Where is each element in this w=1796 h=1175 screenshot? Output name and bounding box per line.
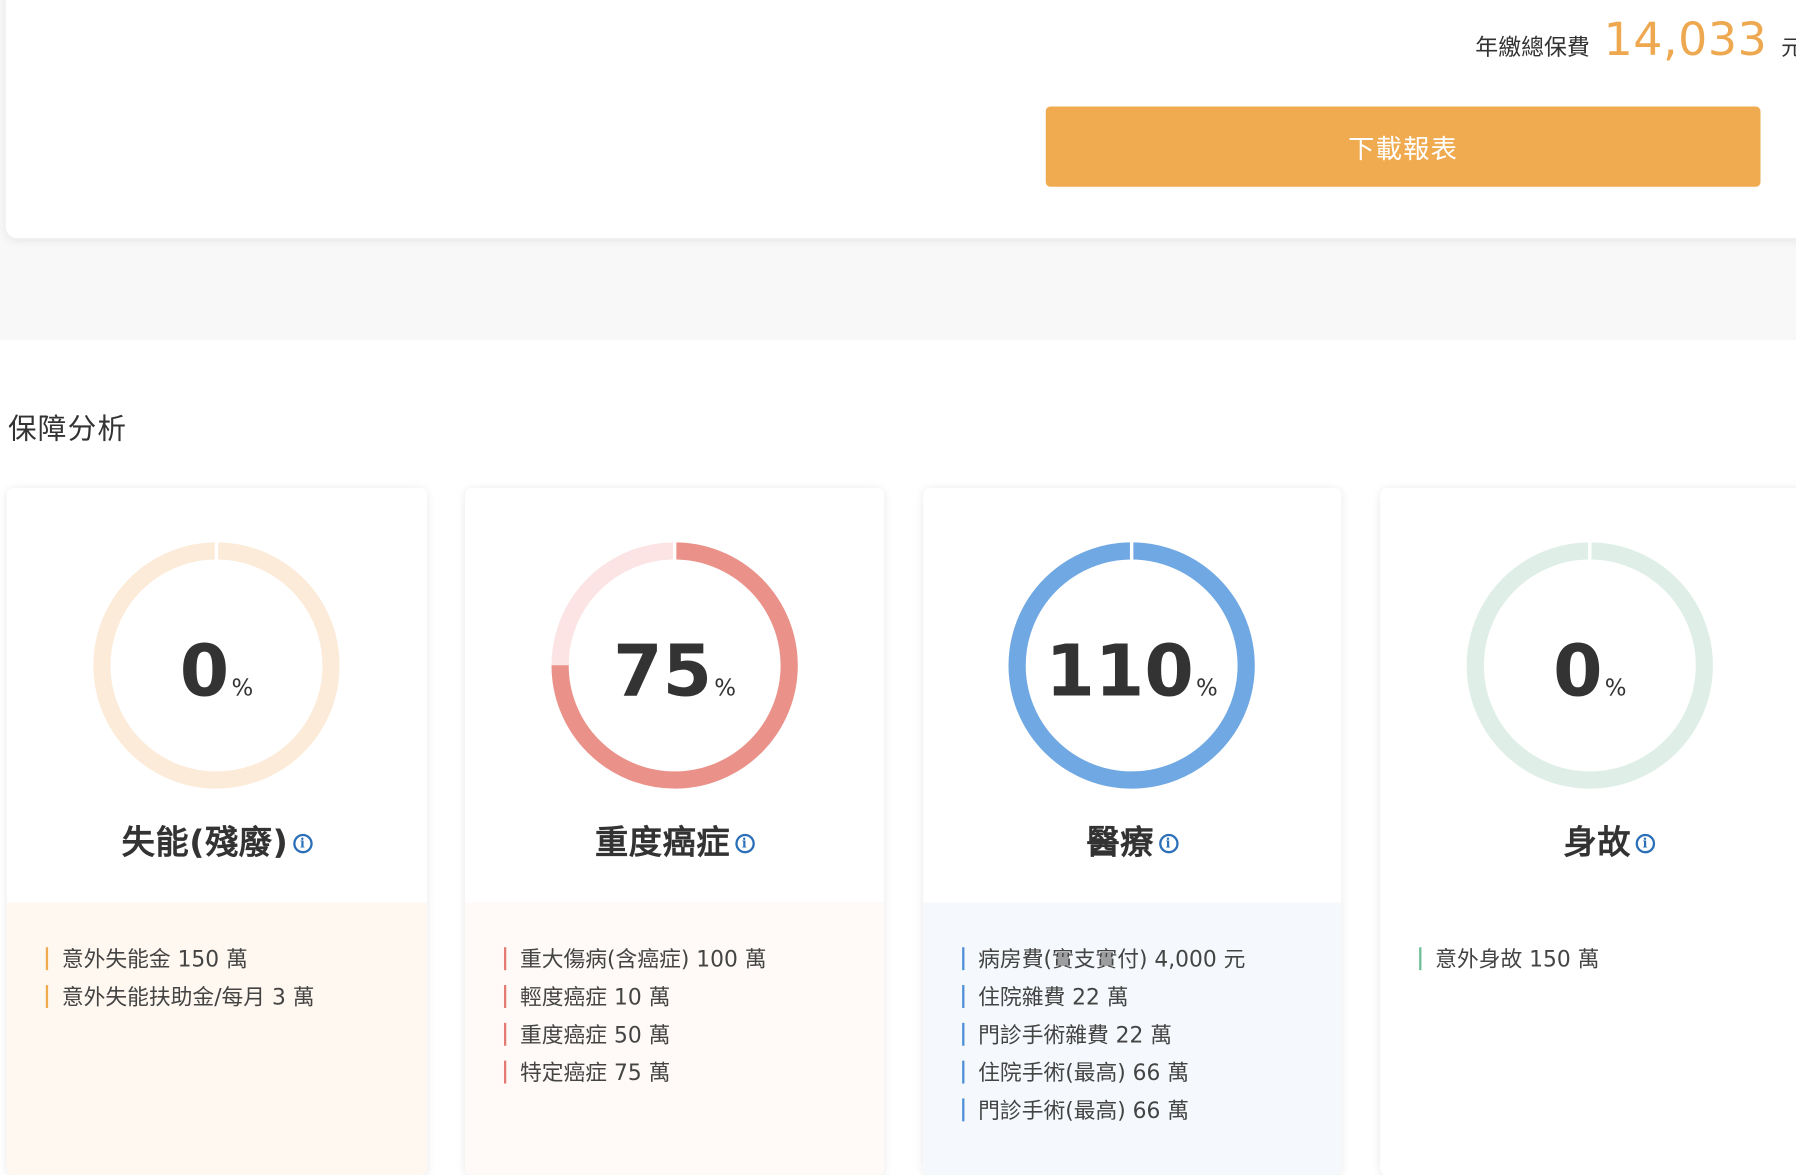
coverage-item: 重大傷病(含癌症) 100 萬 <box>465 939 884 977</box>
card-header: 0% 失能(殘廢) i <box>7 488 427 903</box>
coverage-ring: 0% <box>1465 541 1715 791</box>
premium-unit: 元 <box>1781 31 1796 62</box>
coverage-item-list: 病房費(實支實付) 4,000 元住院雜費 22 萬門診手術雜費 22 萬住院手… <box>923 902 1342 1175</box>
coverage-item-list: 意外失能金 150 萬意外失能扶助金/每月 3 萬 <box>6 902 428 1175</box>
coverage-item-text: 門診手術(最高) 66 萬 <box>978 1098 1190 1124</box>
page: 年繳總保費 14,033 元 下載報表 保障分析 0%失能(殘廢)i意外失能金 … <box>0 0 1796 1175</box>
card-title-text: 醫療 <box>1086 822 1154 862</box>
coverage-card-medical: 110% 醫療 i 病房費(實支實付) 4,000 元住院雜費 22 萬門診手術雜費 … <box>923 487 1342 1175</box>
download-report-button[interactable]: 下載報表 <box>1045 106 1761 187</box>
coverage-item: 特定癌症 75 萬 <box>465 1053 884 1091</box>
percent-sign: % <box>1196 673 1218 701</box>
info-icon[interactable]: i <box>1635 833 1656 853</box>
percent-sign: % <box>231 673 254 701</box>
coverage-item: 重度癌症 50 萬 <box>465 1015 884 1053</box>
coverage-card-disability: 0% 失能(殘廢) i 意外失能金 150 萬意外失能扶助金/每月 3 萬 <box>6 487 428 1175</box>
coverage-ring: 110% <box>1007 541 1257 791</box>
card-title: 身故 i <box>1380 816 1796 864</box>
coverage-item-list: 重大傷病(含癌症) 100 萬輕度癌症 10 萬重度癌症 50 萬特定癌症 75… <box>465 902 885 1175</box>
coverage-ring: 0% <box>92 541 342 791</box>
coverage-item: 病房費(實支實付) 4,000 元 <box>923 939 1341 977</box>
coverage-item: 意外身故 150 萬 <box>1380 939 1796 977</box>
item-bullet-bar <box>45 946 49 970</box>
item-bullet-bar <box>503 946 507 970</box>
card-title: 醫療 i <box>923 816 1341 864</box>
percent-sign: % <box>1604 673 1627 701</box>
coverage-item-text: 重度癌症 50 萬 <box>520 1022 671 1049</box>
percent-value: 110 <box>1045 628 1194 713</box>
ring-percent: 0% <box>92 541 342 791</box>
coverage-item-text: 門診手術雜費 22 萬 <box>978 1022 1173 1049</box>
coverage-item-text: 住院雜費 22 萬 <box>978 985 1129 1011</box>
item-bullet-bar <box>962 1097 965 1121</box>
card-title: 重度癌症 i <box>465 816 884 864</box>
card-header: 0% 身故 i <box>1380 488 1796 903</box>
info-icon[interactable]: i <box>1158 833 1179 853</box>
coverage-item: 意外失能扶助金/每月 3 萬 <box>7 977 427 1015</box>
item-bullet-bar <box>45 984 49 1008</box>
coverage-item: 意外失能金 150 萬 <box>7 939 427 977</box>
premium-total: 年繳總保費 14,033 元 <box>1475 11 1796 68</box>
coverage-item-list: 意外身故 150 萬 <box>1380 902 1796 1175</box>
percent-value: 0 <box>1553 628 1603 713</box>
card-header: 75% 重度癌症 i <box>465 488 884 903</box>
card-title: 失能(殘廢) i <box>7 816 427 864</box>
percent-sign: % <box>714 673 737 701</box>
coverage-item-text: 意外身故 150 萬 <box>1435 947 1600 973</box>
card-header: 110% 醫療 i <box>923 488 1341 903</box>
premium-amount: 14,033 <box>1603 13 1768 67</box>
info-icon[interactable]: i <box>292 833 313 853</box>
coverage-item-text: 住院手術(最高) 66 萬 <box>978 1060 1190 1086</box>
card-title-text: 失能(殘廢) <box>121 822 289 862</box>
coverage-card-death: 0% 身故 i 意外身故 150 萬 <box>1380 487 1796 1175</box>
ring-percent: 0% <box>1465 541 1715 791</box>
coverage-item-text: 意外失能扶助金/每月 3 萬 <box>61 985 315 1011</box>
coverage-item-text: 輕度癌症 10 萬 <box>520 985 671 1011</box>
item-bullet-bar <box>503 1060 507 1083</box>
section-title: 保障分析 <box>8 412 128 446</box>
card-title-text: 身故 <box>1563 822 1632 862</box>
coverage-item: 住院手術(最高) 66 萬 <box>923 1053 1341 1091</box>
coverage-item: 門診手術雜費 22 萬 <box>923 1015 1341 1053</box>
coverage-item: 門診手術(最高) 66 萬 <box>923 1090 1341 1128</box>
ring-percent: 75% <box>550 541 800 791</box>
item-bullet-bar <box>962 1060 965 1083</box>
item-bullet-bar <box>503 984 507 1008</box>
percent-value: 0 <box>179 628 230 713</box>
item-bullet-bar <box>962 946 965 970</box>
coverage-card-critical-cancer: 75% 重度癌症 i 重大傷病(含癌症) 100 萬輕度癌症 10 萬重度癌症 50 … <box>465 487 885 1175</box>
ring-percent: 110% <box>1007 541 1257 791</box>
item-bullet-bar <box>503 1022 507 1046</box>
coverage-item-text: 病房費(實支實付) 4,000 元 <box>978 947 1246 973</box>
item-bullet-bar <box>962 984 965 1008</box>
percent-value: 75 <box>613 628 713 713</box>
item-bullet-bar <box>962 1022 965 1046</box>
coverage-item-text: 重大傷病(含癌症) 100 萬 <box>520 947 767 973</box>
coverage-item-text: 特定癌症 75 萬 <box>520 1060 671 1086</box>
coverage-item: 輕度癌症 10 萬 <box>465 977 884 1015</box>
item-bullet-bar <box>1419 946 1422 970</box>
coverage-ring: 75% <box>550 541 800 791</box>
coverage-item-text: 意外失能金 150 萬 <box>61 947 248 973</box>
premium-label: 年繳總保費 <box>1475 33 1590 61</box>
card-title-text: 重度癌症 <box>595 822 731 862</box>
info-icon[interactable]: i <box>734 833 755 853</box>
coverage-item: 住院雜費 22 萬 <box>923 977 1341 1015</box>
